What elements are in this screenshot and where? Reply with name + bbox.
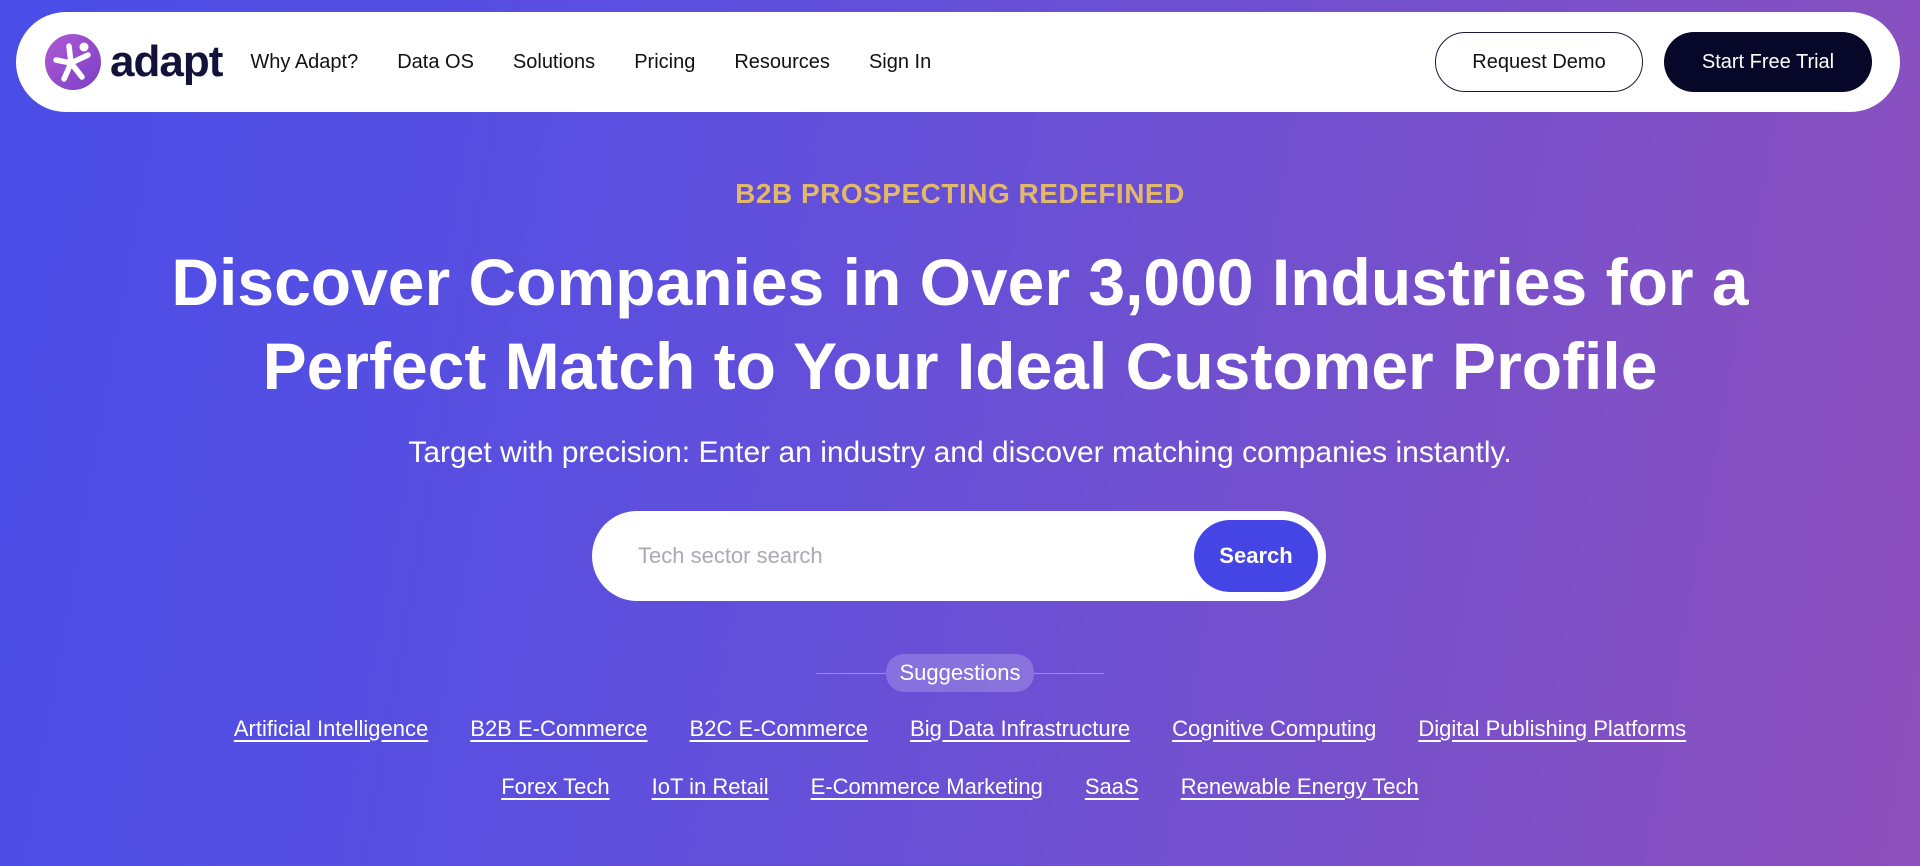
hero-eyebrow: B2B PROSPECTING REDEFINED (735, 178, 1185, 209)
main-nav: Why Adapt? Data OS Solutions Pricing Res… (250, 51, 931, 74)
suggestions-header: Suggestions (0, 654, 1920, 692)
nav-link-why-adapt[interactable]: Why Adapt? (250, 51, 358, 74)
nav-link-pricing[interactable]: Pricing (634, 51, 695, 74)
suggestions-label: Suggestions (886, 654, 1034, 692)
suggestion-link[interactable]: Forex Tech (501, 774, 609, 800)
divider-left (816, 672, 887, 674)
adapt-logo-icon (45, 34, 101, 90)
top-navbar: adapt Why Adapt? Data OS Solutions Prici… (16, 12, 1900, 112)
request-demo-button[interactable]: Request Demo (1435, 32, 1643, 92)
suggestion-link[interactable]: B2C E-Commerce (690, 716, 868, 742)
headline-line-1: Discover Companies in Over 3,000 Industr… (171, 245, 1749, 319)
nav-actions: Request Demo Start Free Trial (1435, 32, 1872, 92)
suggestion-link[interactable]: E-Commerce Marketing (811, 774, 1043, 800)
suggestion-link[interactable]: Cognitive Computing (1172, 716, 1376, 742)
industry-search-input[interactable] (638, 543, 1194, 569)
start-free-trial-button[interactable]: Start Free Trial (1664, 32, 1872, 92)
brand-name: adapt (110, 37, 223, 86)
hero-headline: Discover Companies in Over 3,000 Industr… (0, 240, 1920, 408)
suggestion-link[interactable]: IoT in Retail (652, 774, 769, 800)
industry-search-bar: Search (592, 511, 1326, 601)
suggestion-row-2: Forex Tech IoT in Retail E-Commerce Mark… (0, 774, 1920, 800)
nav-link-solutions[interactable]: Solutions (513, 51, 595, 74)
suggestion-link[interactable]: SaaS (1085, 774, 1139, 800)
headline-line-2: Perfect Match to Your Ideal Customer Pro… (262, 329, 1658, 403)
divider-right (1033, 672, 1104, 674)
suggestion-row-1: Artificial Intelligence B2B E-Commerce B… (0, 716, 1920, 742)
nav-link-data-os[interactable]: Data OS (397, 51, 474, 74)
brand-logo[interactable]: adapt (44, 33, 223, 91)
suggestion-link[interactable]: Renewable Energy Tech (1181, 774, 1419, 800)
suggestion-link[interactable]: Digital Publishing Platforms (1418, 716, 1686, 742)
search-button[interactable]: Search (1194, 520, 1318, 592)
suggestion-link[interactable]: B2B E-Commerce (470, 716, 647, 742)
nav-link-sign-in[interactable]: Sign In (869, 51, 931, 74)
suggestion-link[interactable]: Artificial Intelligence (234, 716, 428, 742)
hero-subtitle: Target with precision: Enter an industry… (408, 436, 1512, 469)
suggestion-link[interactable]: Big Data Infrastructure (910, 716, 1130, 742)
nav-link-resources[interactable]: Resources (734, 51, 830, 74)
